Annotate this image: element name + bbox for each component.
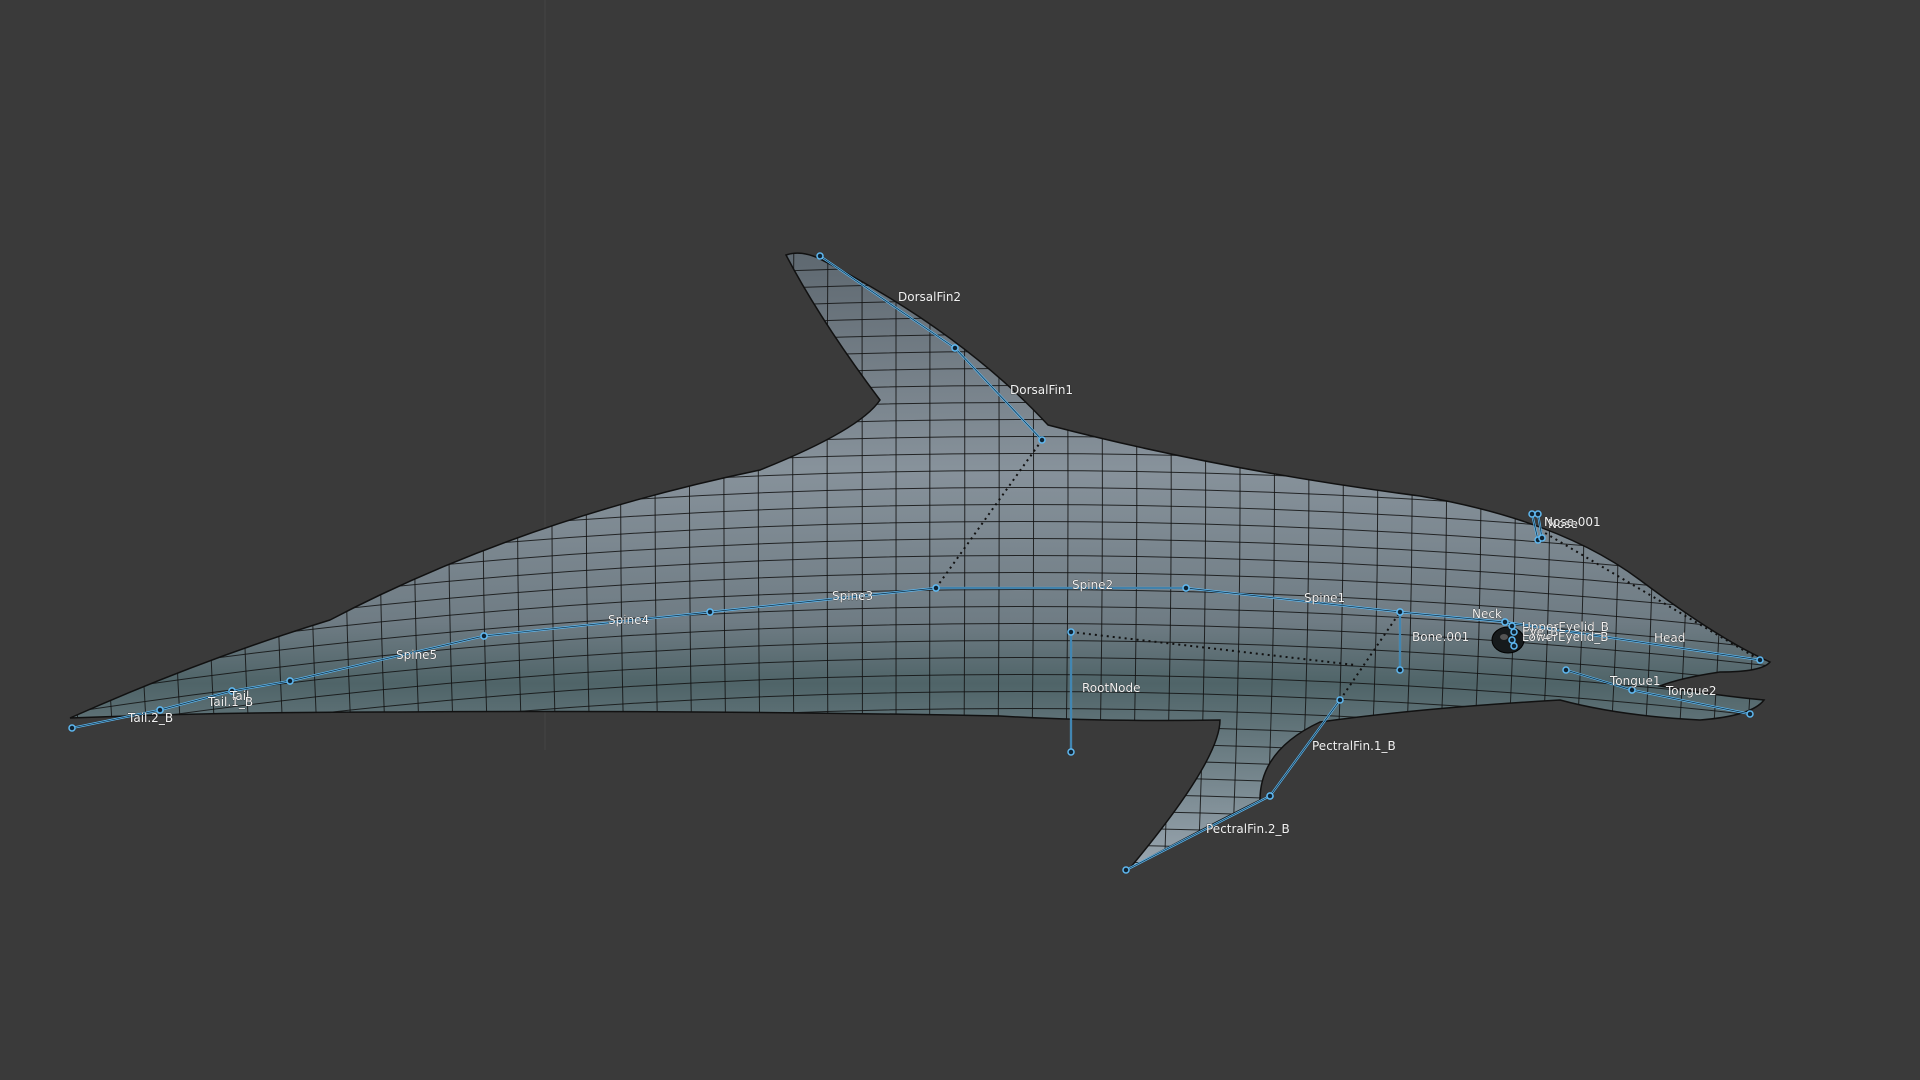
label-spine3: Spine3 xyxy=(832,589,873,603)
eye-highlight xyxy=(1500,634,1508,640)
label-dorsal-fin1: DorsalFin1 xyxy=(1010,383,1073,397)
label-tail2: Tail.2_B xyxy=(127,711,173,725)
label-tongue2: Tongue2 xyxy=(1665,684,1716,698)
label-spine5: Spine5 xyxy=(396,648,437,662)
label-root-node: RootNode xyxy=(1082,681,1141,695)
label-spine2: Spine2 xyxy=(1072,578,1113,592)
label-pectral-fin1: PectralFin.1_B xyxy=(1312,739,1396,753)
label-eye: Eye_B xyxy=(1522,625,1558,639)
label-pectral-fin2: PectralFin.2_B xyxy=(1206,822,1290,836)
3d-viewport[interactable]: DorsalFin2 DorsalFin1 Spine1 Spine2 Spin… xyxy=(0,0,1920,1080)
label-neck: Neck xyxy=(1472,607,1502,621)
eye-mesh xyxy=(1491,626,1525,654)
label-spine1: Spine1 xyxy=(1304,591,1345,605)
label-tail1: Tail.1_B xyxy=(207,695,253,709)
label-tongue1: Tongue1 xyxy=(1609,674,1660,688)
scene-canvas[interactable]: DorsalFin2 DorsalFin1 Spine1 Spine2 Spin… xyxy=(0,0,1920,1080)
label-dorsal-fin2: DorsalFin2 xyxy=(898,290,961,304)
dolphin-mesh[interactable] xyxy=(60,230,1780,969)
label-nose-001: Nose.001 xyxy=(1544,515,1601,529)
label-bone-001: Bone.001 xyxy=(1412,630,1469,644)
label-spine4: Spine4 xyxy=(608,613,649,627)
label-head: Head xyxy=(1654,631,1685,645)
